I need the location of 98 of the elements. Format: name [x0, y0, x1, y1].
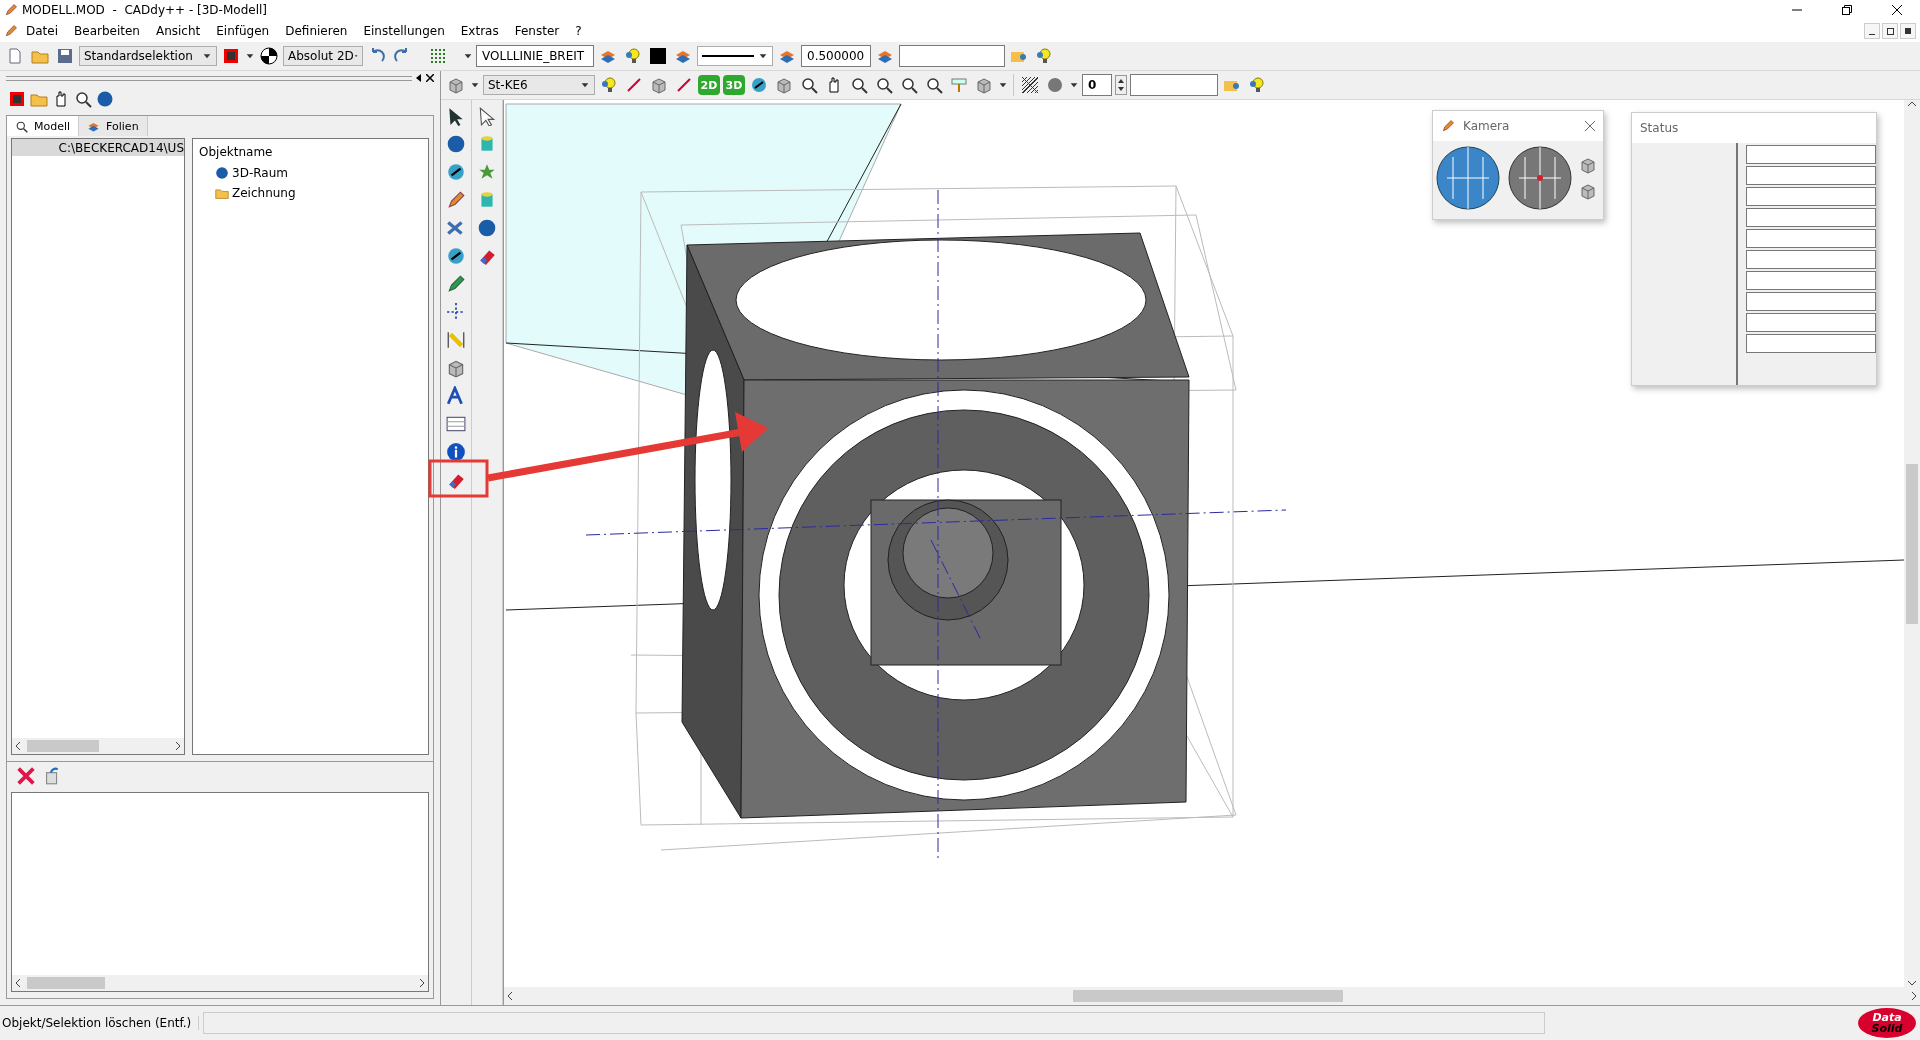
scroll-up-icon[interactable] — [1908, 100, 1916, 108]
spin-arrows-icon[interactable] — [1115, 75, 1127, 95]
panel-title: Kamera — [1463, 119, 1510, 133]
info-icon[interactable] — [446, 442, 466, 462]
scrollbar-thumb[interactable] — [27, 977, 105, 989]
edge-icon[interactable] — [675, 76, 693, 94]
snap-circle-icon[interactable] — [260, 47, 278, 65]
caret-icon[interactable] — [758, 51, 768, 61]
mesh-icon[interactable] — [1021, 76, 1039, 94]
cube-icon[interactable] — [1579, 156, 1597, 174]
menu-item[interactable]: Ansicht — [147, 24, 209, 38]
material-dropdown[interactable]: St-KE6 — [483, 75, 595, 95]
sphere-icon[interactable] — [446, 134, 466, 154]
globe-icon[interactable] — [1507, 145, 1573, 211]
panel-tab[interactable]: Folien — [79, 116, 148, 136]
caret-icon[interactable] — [1069, 80, 1079, 90]
scrollbar-thumb[interactable] — [27, 740, 99, 752]
caret-icon[interactable] — [470, 80, 480, 90]
restore-button[interactable] — [1882, 23, 1898, 39]
scroll-right-icon[interactable] — [419, 979, 425, 987]
pencil-icon[interactable] — [446, 190, 466, 210]
scroll-left-icon[interactable] — [507, 992, 513, 1000]
draw-pencil-icon[interactable] — [446, 274, 466, 294]
delete-icon[interactable] — [15, 765, 37, 787]
status-message: Objekt/Selektion löschen (Entf.) — [0, 1016, 199, 1030]
panel-title: Status — [1640, 121, 1679, 135]
dimension-icon[interactable] — [446, 330, 466, 350]
menu-item[interactable]: ? — [567, 24, 590, 38]
globe-icon[interactable] — [1435, 145, 1501, 211]
save-icon[interactable] — [56, 47, 74, 65]
selection-mode-dropdown[interactable]: Standardselektion — [79, 46, 217, 66]
minimize-button[interactable] — [1864, 23, 1880, 39]
caret-icon[interactable] — [463, 51, 473, 61]
line-type-field[interactable]: VOLLLINIE_BREIT — [476, 45, 594, 67]
tree-item[interactable]: 3D-Raum — [193, 163, 428, 183]
cube-icon[interactable] — [1579, 182, 1597, 200]
axis-cross-icon[interactable] — [446, 302, 466, 322]
menu-item[interactable]: Fenster — [506, 24, 568, 38]
menu-item[interactable]: Bearbeiten — [66, 24, 148, 38]
menu-item[interactable]: Einfügen — [208, 24, 278, 38]
scroll-left-icon[interactable] — [15, 742, 21, 750]
close-icon[interactable] — [1892, 5, 1902, 15]
sphere-icon[interactable] — [215, 166, 229, 180]
lightbulb-icon[interactable] — [1035, 47, 1053, 65]
caret-icon[interactable] — [998, 80, 1008, 90]
shade-ball-icon[interactable] — [1046, 76, 1064, 94]
restore-icon[interactable] — [1842, 5, 1852, 15]
menu-item[interactable]: Extras — [452, 24, 507, 38]
scroll-down-icon[interactable] — [1908, 979, 1916, 987]
paint-roller-icon[interactable] — [950, 76, 968, 94]
pin-icon[interactable] — [416, 74, 422, 82]
spin-field[interactable]: 0 — [1082, 74, 1112, 96]
line-style-dropdown[interactable] — [697, 46, 773, 66]
magnifier-icon[interactable] — [15, 119, 28, 133]
zoom-out-icon[interactable] — [850, 76, 868, 94]
column-header: Objektname — [198, 144, 274, 161]
scroll-left-icon[interactable] — [15, 979, 21, 987]
line-sample-icon — [702, 54, 754, 58]
file-tree-item[interactable]: C:\BECKERCAD14\US — [12, 139, 184, 156]
app-menu-icon[interactable] — [4, 24, 18, 38]
app-logo-icon — [1441, 119, 1455, 133]
scrollbar-thumb[interactable] — [1906, 463, 1918, 624]
menu-item[interactable]: Einstellungen — [355, 24, 453, 38]
scroll-right-icon[interactable] — [1911, 992, 1917, 1000]
bulb-icon[interactable] — [600, 76, 618, 94]
highlight-frame — [428, 459, 489, 498]
line-width-field[interactable]: 0.500000 — [801, 45, 871, 67]
app-logo-icon — [4, 3, 18, 17]
outline-arrow-icon[interactable] — [477, 106, 497, 126]
search-field[interactable] — [1130, 74, 1218, 96]
selection-box-icon[interactable] — [222, 47, 240, 65]
hatch-icon[interactable] — [446, 414, 466, 434]
zoom-all-icon[interactable] — [900, 76, 918, 94]
panel-tab[interactable]: Modell — [7, 116, 80, 136]
text-icon[interactable] — [446, 386, 466, 406]
scroll-right-icon[interactable] — [175, 742, 181, 750]
caret-icon[interactable] — [245, 51, 255, 61]
zoom-in-icon[interactable] — [875, 76, 893, 94]
coordinate-mode-dropdown[interactable]: Absolut 2D — [283, 46, 363, 66]
zoom-window-icon[interactable] — [925, 76, 943, 94]
lightbulb-icon[interactable] — [624, 47, 642, 65]
menu-item[interactable]: Definieren — [277, 24, 356, 38]
lightbulb-icon[interactable] — [1248, 76, 1266, 94]
close-button[interactable] — [1900, 23, 1916, 39]
cube-icon[interactable] — [447, 76, 465, 94]
scrollbar-thumb[interactable] — [1073, 990, 1343, 1002]
caret-icon[interactable] — [580, 80, 590, 90]
company-logo: Data Solid — [1858, 1008, 1916, 1038]
shaded-cube-icon[interactable] — [975, 76, 993, 94]
caret-icon[interactable] — [202, 51, 212, 61]
menu-item[interactable]: Datei — [18, 24, 66, 38]
layer-name-field[interactable] — [899, 45, 1005, 67]
tree-item[interactable]: Zeichnung — [193, 183, 428, 203]
view-cube-icon[interactable] — [775, 76, 793, 94]
zoom-icon[interactable] — [800, 76, 818, 94]
color-swatch-icon[interactable] — [649, 47, 667, 65]
window-title: MODELL.MOD - CADdy++ - [3D-Modell] — [22, 3, 268, 17]
close-icon[interactable] — [426, 74, 434, 82]
